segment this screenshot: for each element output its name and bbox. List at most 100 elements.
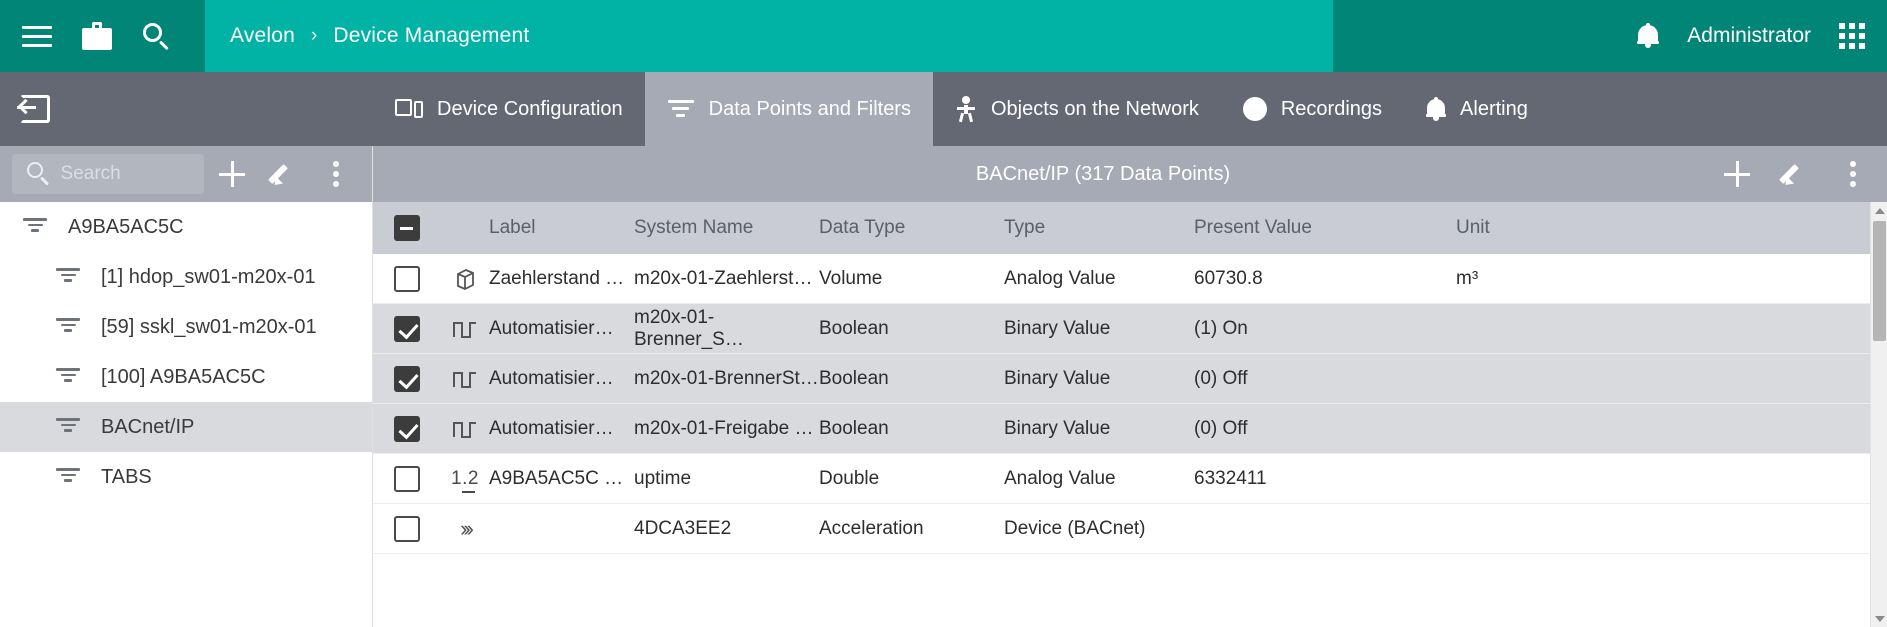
breadcrumb-root[interactable]: Avelon xyxy=(230,24,295,48)
table-row[interactable]: ››› 4DCA3EE2 Acceleration Device (BACnet… xyxy=(373,504,1870,554)
sidebar-item-bacnet-ip[interactable]: BACnet/IP xyxy=(0,402,372,452)
row-checkbox[interactable] xyxy=(394,315,420,342)
cell-label: Automatisier… xyxy=(489,317,614,339)
scroll-down-button[interactable] xyxy=(1871,610,1887,627)
panel-title: BACnet/IP (317 Data Points) xyxy=(975,162,1231,185)
record-circle-icon xyxy=(1242,97,1267,121)
cell-label: Zaehlerstand … xyxy=(489,267,625,289)
cell-present-value: 6332411 xyxy=(1194,467,1267,489)
apps-grid-icon xyxy=(1839,23,1865,49)
cell-system-name: m20x-01-Zaehlerst… xyxy=(634,267,813,289)
sidebar: A9BA5AC5C [1] hdop_sw01-m20x-01 [59] ssk… xyxy=(0,146,373,627)
table-row[interactable]: Automatisier… m20x-01-Freigabe … Boolean… xyxy=(373,404,1870,454)
hamburger-menu-button[interactable] xyxy=(22,25,52,47)
tab-alerting[interactable]: Alerting xyxy=(1404,72,1550,146)
sidebar-more-button[interactable] xyxy=(312,150,360,198)
plus-icon xyxy=(219,161,245,187)
filter-icon xyxy=(667,100,695,118)
main-toolbar: BACnet/IP (317 Data Points) xyxy=(373,146,1887,202)
projects-button[interactable] xyxy=(82,22,112,50)
add-data-point-button[interactable] xyxy=(1713,150,1761,198)
row-checkbox[interactable] xyxy=(394,265,420,292)
scroll-up-button[interactable] xyxy=(1871,202,1887,219)
cell-system-name: m20x-01-Freigabe … xyxy=(634,417,814,439)
select-all-cell xyxy=(373,215,441,241)
sidebar-item-hdop-sw01-m20x-01[interactable]: [1] hdop_sw01-m20x-01 xyxy=(0,252,372,302)
column-header-type[interactable]: Type xyxy=(1004,217,1194,239)
column-header-unit[interactable]: Unit xyxy=(1456,217,1870,239)
top-header: Avelon › Device Management Administrator xyxy=(0,0,1887,72)
cell-type: Binary Value xyxy=(1004,317,1111,339)
sidebar-item-tabs[interactable]: TABS xyxy=(0,452,372,502)
user-menu[interactable]: Administrator xyxy=(1687,24,1811,48)
column-header-present-value[interactable]: Present Value xyxy=(1194,217,1456,239)
person-icon xyxy=(955,96,977,123)
scrollbar-thumb[interactable] xyxy=(1873,221,1886,341)
cell-system-name: m20x-01-Brenner_S… xyxy=(634,306,744,350)
row-checkbox[interactable] xyxy=(394,465,420,492)
tab-recordings[interactable]: Recordings xyxy=(1221,72,1404,146)
apps-button[interactable] xyxy=(1839,23,1865,49)
table-row[interactable]: Zaehlerstand … m20x-01-Zaehlerst… Volume… xyxy=(373,254,1870,304)
filter-icon xyxy=(55,318,81,336)
briefcase-icon xyxy=(82,22,112,50)
table-row[interactable]: Automatisier… m20x-01-Brenner_S… Boolean… xyxy=(373,304,1870,354)
select-all-checkbox[interactable] xyxy=(394,215,420,241)
edit-data-point-button[interactable] xyxy=(1771,150,1819,198)
cell-data-type: Boolean xyxy=(819,417,889,439)
cell-system-name: uptime xyxy=(634,467,692,489)
tab-data-points-and-filters[interactable]: Data Points and Filters xyxy=(644,72,933,146)
global-search-button[interactable] xyxy=(142,22,170,51)
notifications-button[interactable] xyxy=(1637,23,1660,49)
cell-label: Automatisier… xyxy=(489,417,614,439)
header-right-actions: Administrator xyxy=(1333,0,1887,72)
tab-objects-on-the-network[interactable]: Objects on the Network xyxy=(933,72,1221,146)
sidebar-item-a9ba5ac5c[interactable]: A9BA5AC5C xyxy=(0,202,372,252)
breadcrumb-current[interactable]: Device Management xyxy=(333,24,529,48)
pulse-icon xyxy=(452,318,478,340)
row-checkbox[interactable] xyxy=(394,365,420,392)
breadcrumb-separator: › xyxy=(311,25,318,46)
tab-device-configuration[interactable]: Device Configuration xyxy=(373,72,645,146)
cell-present-value: (0) Off xyxy=(1194,417,1248,439)
sidebar-item-100-a9ba5ac5c[interactable]: [100] A9BA5AC5C xyxy=(0,352,372,402)
cell-present-value: (1) On xyxy=(1194,317,1248,339)
cell-type: Analog Value xyxy=(1004,467,1116,489)
row-select-cell xyxy=(373,365,441,392)
hamburger-icon xyxy=(22,25,52,47)
search-field[interactable] xyxy=(12,154,204,194)
cell-type: Analog Value xyxy=(1004,267,1116,289)
tree-item-label: BACnet/IP xyxy=(101,415,195,438)
row-checkbox[interactable] xyxy=(394,415,420,442)
table-row[interactable]: 1.2 A9BA5AC5C … uptime Double Analog Val… xyxy=(373,454,1870,504)
chevrons-icon: ››› xyxy=(460,515,474,541)
row-select-cell xyxy=(373,265,441,292)
table-scrollbar[interactable] xyxy=(1870,202,1887,627)
data-points-table-wrapper: Label System Name Data Type Type Present… xyxy=(373,202,1887,627)
row-type-icon-cell: ››› xyxy=(441,516,489,542)
search-icon xyxy=(142,22,170,51)
row-type-icon-cell: 1.2 xyxy=(441,468,489,493)
table-row[interactable]: Automatisier… m20x-01-BrennerSt… Boolean… xyxy=(373,354,1870,404)
cell-type: Binary Value xyxy=(1004,417,1111,439)
search-icon xyxy=(26,161,50,187)
sidebar-edit-button[interactable] xyxy=(260,150,308,198)
bell-icon xyxy=(1426,97,1447,121)
column-header-label[interactable]: Label xyxy=(489,217,634,239)
back-button[interactable] xyxy=(0,72,373,146)
row-checkbox[interactable] xyxy=(394,515,420,542)
cell-type: Device (BACnet) xyxy=(1004,517,1146,539)
table-header-row: Label System Name Data Type Type Present… xyxy=(373,202,1870,254)
sidebar-add-button[interactable] xyxy=(208,150,256,198)
cell-system-name: 4DCA3EE2 xyxy=(634,517,732,539)
tab-list: Device Configuration Data Points and Fil… xyxy=(373,72,1887,146)
tree-item-label: A9BA5AC5C xyxy=(68,215,184,238)
column-header-data-type[interactable]: Data Type xyxy=(819,217,1004,239)
data-points-table: Label System Name Data Type Type Present… xyxy=(373,202,1870,627)
main-more-button[interactable] xyxy=(1829,150,1877,198)
kebab-menu-icon xyxy=(333,161,339,187)
search-input[interactable] xyxy=(60,163,190,185)
column-header-system-name[interactable]: System Name xyxy=(634,217,819,239)
sidebar-item-sskl-sw01-m20x-01[interactable]: [59] sskl_sw01-m20x-01 xyxy=(0,302,372,352)
main-toolbar-actions xyxy=(1713,150,1877,198)
